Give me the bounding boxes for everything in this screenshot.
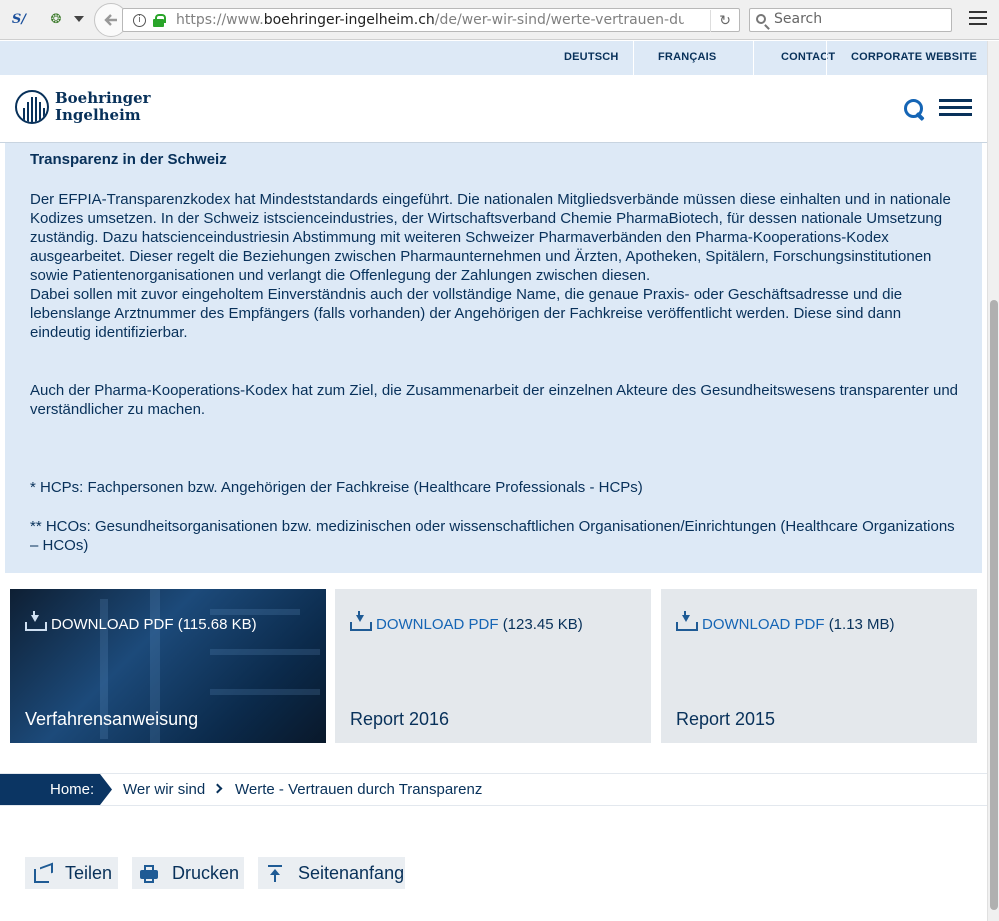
card-title: Report 2015 xyxy=(676,709,776,729)
search-placeholder: Search xyxy=(774,11,823,27)
info-icon[interactable]: i xyxy=(133,14,146,27)
nav-link-deutsch[interactable]: DEUTSCH xyxy=(564,41,619,75)
meta-navigation: DEUTSCH FRANÇAIS CONTACT CORPORATE WEBSI… xyxy=(0,41,987,75)
arrow-up-icon xyxy=(265,865,285,883)
site-header: Boehringer Ingelheim xyxy=(0,75,987,143)
download-card-report-2016[interactable]: DOWNLOAD PDF (123.45 KB) Report 2016 xyxy=(335,589,651,743)
browser-search-input[interactable]: Search xyxy=(749,8,952,32)
print-icon xyxy=(140,865,160,883)
site-favicon[interactable]: S/ xyxy=(10,11,28,29)
card-title: Verfahrensanweisung xyxy=(25,709,199,729)
arrow-left-icon xyxy=(104,14,117,26)
download-icon xyxy=(676,611,698,631)
footnote-hcos: ** HCOs: Gesundheitsorganisationen bzw. … xyxy=(30,518,955,554)
paragraph-3: Auch der Pharma-Kooperations-Kodex hat z… xyxy=(30,382,959,418)
download-link[interactable]: DOWNLOAD PDF (115.68 KB) xyxy=(25,611,257,633)
breadcrumb-item-current: Werte - Vertrauen durch Transparenz xyxy=(235,781,483,798)
scrollbar-thumb[interactable] xyxy=(990,300,998,910)
nav-link-corporate-website[interactable]: CORPORATE WEBSITE xyxy=(851,41,977,75)
section-heading: Transparenz in der Schweiz xyxy=(30,151,227,168)
logo-mark-icon xyxy=(15,90,49,124)
search-icon xyxy=(756,14,766,24)
download-link[interactable]: DOWNLOAD PDF (1.13 MB) xyxy=(676,611,895,633)
page-content: DEUTSCH FRANÇAIS CONTACT CORPORATE WEBSI… xyxy=(0,41,987,921)
card-title: Report 2016 xyxy=(350,709,450,729)
nav-link-contact[interactable]: CONTACT xyxy=(781,41,835,75)
search-icon[interactable] xyxy=(904,99,926,121)
share-label: Teilen xyxy=(65,863,113,883)
nav-divider xyxy=(633,41,634,75)
hamburger-menu-icon[interactable] xyxy=(939,99,972,117)
extension-icon[interactable]: ❂ xyxy=(47,11,65,29)
download-card-report-2015[interactable]: DOWNLOAD PDF (1.13 MB) Report 2015 xyxy=(661,589,977,743)
lock-icon[interactable] xyxy=(153,14,166,27)
print-button[interactable]: Drucken xyxy=(132,857,244,889)
breadcrumb: Home: Wer wir sind Werte - Vertrauen dur… xyxy=(0,773,987,806)
nav-link-francais[interactable]: FRANÇAIS xyxy=(658,41,716,75)
footnote-hcps: * HCPs: Fachpersonen bzw. Angehörigen de… xyxy=(30,479,643,496)
back-to-top-button[interactable]: Seitenanfang xyxy=(258,857,405,889)
breadcrumb-home[interactable]: Home: xyxy=(0,774,112,805)
nav-divider xyxy=(826,41,827,75)
chevron-right-icon xyxy=(212,783,223,794)
download-icon xyxy=(350,611,372,631)
chevron-down-icon[interactable] xyxy=(74,16,84,22)
paragraph-2: Dabei sollen mit zuvor eingeholtem Einve… xyxy=(30,286,903,341)
share-icon xyxy=(34,865,54,883)
print-label: Drucken xyxy=(172,863,240,883)
url-text[interactable]: https://www.boehringer-ingelheim.ch/de/w… xyxy=(176,9,684,31)
nav-divider xyxy=(753,41,754,75)
page-scrollbar[interactable] xyxy=(987,41,999,921)
share-button[interactable]: Teilen xyxy=(25,857,118,889)
logo-text: Boehringer Ingelheim xyxy=(55,89,151,124)
download-icon xyxy=(25,611,47,631)
company-logo[interactable]: Boehringer Ingelheim xyxy=(15,90,151,128)
paragraph-1: Der EFPIA-Transparenzkodex hat Mindestst… xyxy=(30,191,951,284)
browser-menu-button[interactable] xyxy=(969,11,987,27)
breadcrumb-item-wer-wir-sind[interactable]: Wer wir sind xyxy=(123,774,205,805)
download-link[interactable]: DOWNLOAD PDF (123.45 KB) xyxy=(350,611,583,633)
address-bar[interactable]: i https://www.boehringer-ingelheim.ch/de… xyxy=(122,8,740,32)
download-card-verfahrensanweisung[interactable]: DOWNLOAD PDF (115.68 KB) Verfahrensanwei… xyxy=(10,589,326,743)
reload-icon[interactable]: ↻ xyxy=(710,10,731,32)
browser-toolbar: S/ ❂ i https://www.boehringer-ingelheim.… xyxy=(0,0,999,40)
back-to-top-label: Seitenanfang xyxy=(298,863,405,883)
transparency-info-box: Transparenz in der Schweiz Der EFPIA-Tra… xyxy=(5,143,982,573)
